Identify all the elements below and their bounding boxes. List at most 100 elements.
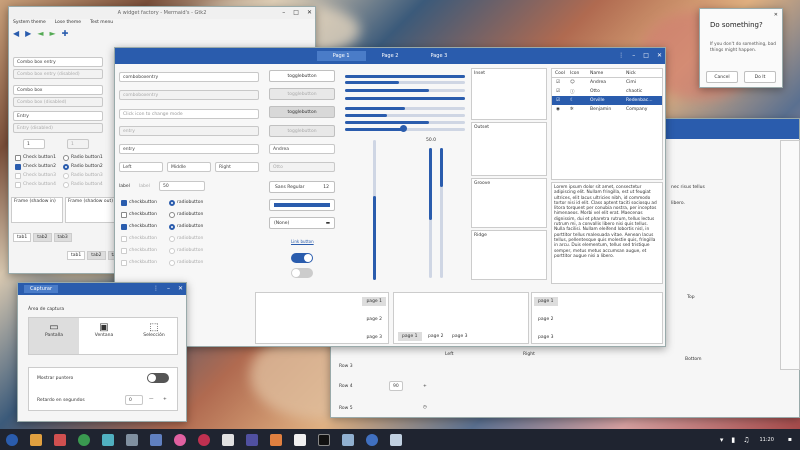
togglebutton-3[interactable]: togglebutton xyxy=(269,106,335,118)
chrome-icon[interactable] xyxy=(78,433,90,446)
do-it-button[interactable]: Do It xyxy=(744,71,776,83)
maximize-icon[interactable]: □ xyxy=(643,52,649,59)
dialog-close-icon[interactable]: ✕ xyxy=(774,12,778,18)
pointer-switch[interactable] xyxy=(147,373,169,383)
mail-icon[interactable] xyxy=(270,433,282,446)
checkbutton-1[interactable] xyxy=(121,200,127,206)
music-icon[interactable] xyxy=(246,433,258,446)
go-forward-icon[interactable]: ► xyxy=(49,29,55,38)
scale-knob[interactable] xyxy=(400,125,407,132)
combo-andrea[interactable]: Andrea xyxy=(269,144,335,154)
check-icon[interactable]: ☑ xyxy=(552,98,570,103)
page-tab[interactable]: page 3 xyxy=(448,332,472,341)
checkbutton-2[interactable] xyxy=(121,212,127,218)
list-row[interactable]: Row 5 xyxy=(339,406,353,411)
entry-field[interactable]: Entry xyxy=(13,111,103,121)
delay-input[interactable]: 0 xyxy=(125,395,143,405)
debian-icon[interactable] xyxy=(198,433,210,446)
page-tab[interactable]: page 1 xyxy=(534,297,558,306)
tab-page-1[interactable]: Page 1 xyxy=(316,51,366,61)
page-tab[interactable]: page 1 xyxy=(362,297,386,306)
option-selection[interactable]: ⬚ Selección xyxy=(129,318,179,354)
page-tab[interactable]: page 3 xyxy=(362,333,386,342)
document-icon[interactable] xyxy=(222,433,234,446)
window-icon[interactable] xyxy=(342,433,354,446)
terminal-icon[interactable] xyxy=(318,433,330,446)
radiobutton-1[interactable] xyxy=(169,200,175,206)
clock[interactable]: 11:20 xyxy=(760,437,774,443)
switch-off[interactable] xyxy=(291,268,313,278)
tab-2[interactable]: tab2 xyxy=(87,251,106,260)
link-button[interactable]: Link button xyxy=(291,239,314,244)
menu-system-theme[interactable]: System theme xyxy=(13,20,46,25)
togglebutton-1[interactable]: togglebutton xyxy=(269,70,335,82)
tab-2[interactable]: tab2 xyxy=(33,233,52,242)
row4-spin[interactable]: 90 xyxy=(389,381,403,391)
tree-row[interactable]: ◉ ✲ Benjamin Company xyxy=(552,105,662,114)
browser-icon[interactable] xyxy=(366,433,378,446)
tab-page-3[interactable]: Page 3 xyxy=(414,51,463,61)
align-left-combo[interactable]: Left xyxy=(119,162,163,172)
tab-page-2[interactable]: Page 2 xyxy=(366,51,415,61)
align-right-combo[interactable]: Right xyxy=(215,162,259,172)
launcher-icon[interactable] xyxy=(6,433,18,446)
font-button[interactable]: Sans Regular 12 xyxy=(269,181,335,193)
plus-icon[interactable]: + xyxy=(163,397,167,402)
radiobutton-2[interactable] xyxy=(169,212,175,218)
page-tab[interactable]: page 2 xyxy=(362,315,386,324)
color-button[interactable] xyxy=(269,199,335,211)
network-icon[interactable]: ▾ xyxy=(720,436,724,444)
file-chooser[interactable]: (None) ▬ xyxy=(269,217,335,229)
page-tab[interactable]: page 3 xyxy=(534,333,558,342)
option-screen[interactable]: ▭ Pantalla xyxy=(29,318,79,354)
check-button-2[interactable] xyxy=(15,164,21,170)
app-icon[interactable] xyxy=(102,433,114,446)
tree-row[interactable]: ☑ ☺ Andrea Cimi xyxy=(552,78,662,87)
add-icon[interactable]: ✚ xyxy=(62,29,69,38)
vscale-3[interactable] xyxy=(440,148,443,278)
close-icon[interactable]: ✕ xyxy=(307,9,312,16)
list-row[interactable]: Row 4 xyxy=(339,384,353,389)
vscale-1[interactable] xyxy=(373,140,376,280)
radio-button-1[interactable] xyxy=(63,155,69,161)
column-icon[interactable]: Icon xyxy=(570,71,590,76)
align-middle-combo[interactable]: Middle xyxy=(167,162,211,172)
check-button-1[interactable] xyxy=(15,155,21,161)
radio-icon[interactable]: ◉ xyxy=(552,107,570,112)
back-icon[interactable]: ◀ xyxy=(13,29,19,38)
column-name[interactable]: Name xyxy=(590,71,626,76)
music-tray-icon[interactable]: ♫ xyxy=(743,436,749,444)
entry[interactable]: entry xyxy=(119,144,259,154)
window-icon[interactable] xyxy=(390,433,402,446)
check-icon[interactable]: ☑ xyxy=(552,89,570,94)
tab-1[interactable]: tab1 xyxy=(13,233,32,242)
tree-row[interactable]: ☑ ⓘ Otto chaotic xyxy=(552,87,662,96)
minimize-icon[interactable]: – xyxy=(167,285,170,292)
minus-icon[interactable]: — xyxy=(149,397,154,402)
combo-box[interactable]: Combo box xyxy=(13,85,103,95)
maximize-icon[interactable]: □ xyxy=(293,9,299,16)
menu-test[interactable]: Test menu xyxy=(90,20,113,25)
tab-1[interactable]: tab1 xyxy=(67,251,86,260)
entry-change-mode[interactable]: Click icon to change mode xyxy=(119,109,259,119)
vscale-2[interactable] xyxy=(429,148,432,278)
minimize-icon[interactable]: – xyxy=(632,52,635,59)
forward-icon[interactable]: ▶ xyxy=(25,29,31,38)
radio-button-2[interactable] xyxy=(63,164,69,170)
combobox-entry[interactable]: comboboxentry xyxy=(119,72,259,82)
tray-icon[interactable]: ▪ xyxy=(788,436,792,443)
switch-on[interactable] xyxy=(291,253,313,263)
menu-icon[interactable]: ⋮ xyxy=(153,285,159,292)
settings-icon[interactable] xyxy=(126,433,138,446)
page-tab[interactable]: page 2 xyxy=(424,332,448,341)
image-viewer-icon[interactable] xyxy=(150,433,162,446)
spin-button[interactable]: 50 xyxy=(159,181,205,191)
cancel-button[interactable]: Cancel xyxy=(706,71,738,83)
page-tab[interactable]: page 2 xyxy=(534,315,558,324)
list-row[interactable]: Row 3 xyxy=(339,364,353,369)
tab-3[interactable]: tab3 xyxy=(53,233,72,242)
column-nick[interactable]: Nick xyxy=(626,71,662,76)
radiobutton-3[interactable] xyxy=(169,224,175,230)
close-icon[interactable]: ✕ xyxy=(657,52,662,59)
text-view[interactable]: Lorem ipsum dolor sit amet, consectetur … xyxy=(551,182,663,284)
